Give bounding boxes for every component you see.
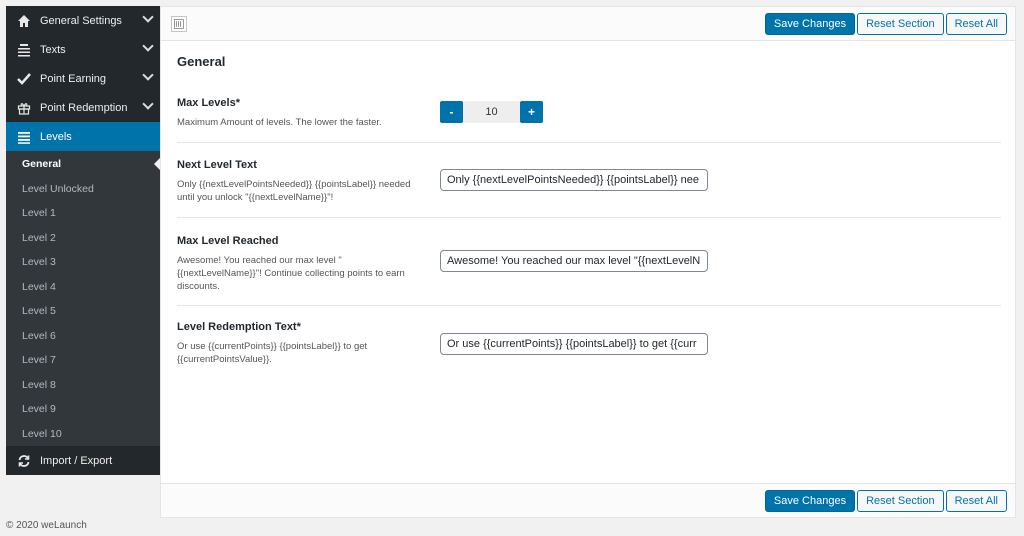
field-level-redemption-text: Level Redemption Text* Or use {{currentP… [177,307,1001,377]
submenu-item-level-3[interactable]: Level 3 [6,250,160,275]
settings-panel: Save Changes Reset Section Reset All Gen… [160,6,1016,518]
menu-item-levels[interactable]: Levels [6,122,160,151]
top-toolbar: Save Changes Reset Section Reset All [161,7,1015,41]
max-levels-stepper: - 10 + [440,101,543,123]
field-label: Level Redemption Text* [177,321,301,333]
next-level-text-input[interactable] [440,169,708,191]
chevron-down-icon [142,40,154,52]
text-align-icon [16,42,32,58]
menu-item-texts[interactable]: Texts [6,35,160,64]
menu-item-general-settings[interactable]: General Settings [6,6,160,35]
submenu-item-level-8[interactable]: Level 8 [6,373,160,398]
levels-submenu: General Level Unlocked Level 1 Level 2 L… [6,151,160,446]
menu-item-import-export[interactable]: Import / Export [6,446,160,475]
level-redemption-text-input[interactable] [440,333,708,355]
gift-icon [16,100,32,116]
menu-item-point-earning[interactable]: Point Earning [6,64,160,93]
max-level-reached-input[interactable] [440,250,708,272]
chevron-down-icon [142,69,154,81]
home-icon [16,13,32,29]
submenu-item-general[interactable]: General [6,152,160,177]
submenu-item-level-5[interactable]: Level 5 [6,299,160,324]
menu-item-label: Import / Export [40,454,113,467]
menu-item-label: Point Earning [40,72,107,85]
checkmark-icon [16,71,32,87]
field-max-levels: Max Levels* Maximum Amount of levels. Th… [177,89,1001,143]
field-description: Maximum Amount of levels. The lower the … [177,117,382,128]
chevron-down-icon [142,11,154,23]
submenu-item-level-unlocked[interactable]: Level Unlocked [6,177,160,202]
save-changes-button[interactable]: Save Changes [764,13,856,35]
field-description: Awesome! You reached our max level "{{ne… [177,255,405,292]
field-max-level-reached: Max Level Reached Awesome! You reached o… [177,219,1001,306]
submenu-item-level-6[interactable]: Level 6 [6,324,160,349]
submenu-item-level-9[interactable]: Level 9 [6,397,160,422]
field-label: Max Levels* [177,97,240,109]
submenu-item-level-1[interactable]: Level 1 [6,201,160,226]
field-label: Next Level Text [177,159,257,171]
field-description: Only {{nextLevelPointsNeeded}} {{pointsL… [177,179,411,203]
menu-item-label: Texts [40,43,66,56]
field-next-level-text: Next Level Text Only {{nextLevelPointsNe… [177,144,1001,218]
copyright-text: © 2020 weLaunch [6,520,87,531]
submenu-item-level-7[interactable]: Level 7 [6,348,160,373]
reset-all-button[interactable]: Reset All [945,490,1007,512]
list-icon [16,129,32,145]
max-levels-value[interactable]: 10 [463,101,520,123]
menu-item-label: Levels [40,130,72,143]
reset-section-button[interactable]: Reset Section [857,13,944,35]
field-description: Or use {{currentPoints}} {{pointsLabel}}… [177,341,368,365]
decrement-button[interactable]: - [440,101,463,123]
increment-button[interactable]: + [520,101,543,123]
menu-item-point-redemption[interactable]: Point Redemption [6,93,160,122]
toolbar-buttons: Save Changes Reset Section Reset All [764,13,1007,35]
submenu-item-level-10[interactable]: Level 10 [6,422,160,447]
section-title: General [177,54,226,69]
menu-item-label: Point Redemption [40,101,128,114]
submenu-item-level-2[interactable]: Level 2 [6,226,160,251]
sidebar: General Settings Texts Point Earning Poi… [6,6,160,475]
submenu-item-level-4[interactable]: Level 4 [6,275,160,300]
refresh-icon [16,453,32,469]
field-label: Max Level Reached [177,235,279,247]
reset-all-button[interactable]: Reset All [945,13,1007,35]
bottom-toolbar: Save Changes Reset Section Reset All [161,483,1015,517]
expand-options-icon[interactable] [171,16,187,32]
reset-section-button[interactable]: Reset Section [857,490,944,512]
toolbar-buttons: Save Changes Reset Section Reset All [764,490,1007,512]
chevron-down-icon [142,98,154,110]
save-changes-button[interactable]: Save Changes [764,490,856,512]
menu-item-label: General Settings [40,14,122,27]
